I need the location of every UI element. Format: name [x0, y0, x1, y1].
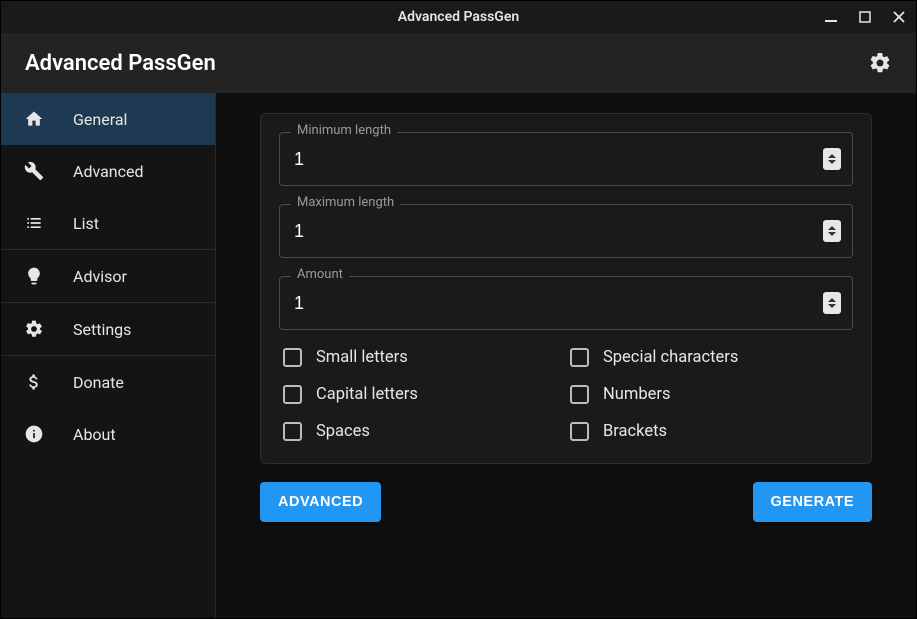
body: General Advanced List Advisor [1, 93, 916, 618]
window-title: Advanced PassGen [398, 9, 519, 25]
checkbox-icon [283, 385, 302, 404]
minimize-button[interactable] [822, 8, 840, 26]
form-card: Minimum length Maximum length Amount [260, 113, 872, 464]
min-length-input[interactable] [279, 132, 853, 186]
gear-icon [23, 319, 45, 339]
check-label: Spaces [316, 422, 370, 441]
sidebar-label: List [73, 214, 99, 233]
main-content: Minimum length Maximum length Amount [216, 93, 916, 618]
check-label: Capital letters [316, 385, 418, 404]
wrench-icon [23, 161, 45, 181]
field-min-length: Minimum length [279, 132, 853, 186]
checkbox-icon [570, 348, 589, 367]
action-row: ADVANCED GENERATE [260, 482, 872, 522]
stepper-icon[interactable] [823, 220, 841, 242]
appbar-title: Advanced PassGen [25, 51, 216, 76]
check-capital-letters[interactable]: Capital letters [283, 385, 562, 404]
check-spaces[interactable]: Spaces [283, 422, 562, 441]
field-max-length: Maximum length [279, 204, 853, 258]
sidebar: General Advanced List Advisor [1, 93, 216, 618]
sidebar-label: Advisor [73, 267, 127, 286]
check-label: Brackets [603, 422, 667, 441]
check-label: Special characters [603, 348, 738, 367]
sidebar-label: Settings [73, 320, 131, 339]
sidebar-item-donate[interactable]: Donate [1, 356, 215, 408]
sidebar-label: General [73, 110, 127, 129]
max-length-input[interactable] [279, 204, 853, 258]
sidebar-item-advisor[interactable]: Advisor [1, 250, 215, 302]
field-label: Amount [291, 267, 349, 282]
check-special-characters[interactable]: Special characters [570, 348, 849, 367]
field-amount: Amount [279, 276, 853, 330]
sidebar-label: Donate [73, 373, 124, 392]
titlebar: Advanced PassGen [1, 1, 916, 33]
sidebar-item-about[interactable]: About [1, 408, 215, 460]
check-small-letters[interactable]: Small letters [283, 348, 562, 367]
generate-button[interactable]: GENERATE [753, 482, 873, 522]
close-button[interactable] [890, 8, 908, 26]
stepper-icon[interactable] [823, 148, 841, 170]
checkbox-grid: Small letters Special characters Capital… [279, 348, 853, 441]
info-icon [23, 424, 45, 444]
maximize-button[interactable] [856, 8, 874, 26]
sidebar-item-settings[interactable]: Settings [1, 303, 215, 355]
checkbox-icon [570, 422, 589, 441]
checkbox-icon [570, 385, 589, 404]
settings-icon[interactable] [868, 51, 892, 75]
sidebar-item-list[interactable]: List [1, 197, 215, 249]
advanced-button[interactable]: ADVANCED [260, 482, 381, 522]
checkbox-icon [283, 422, 302, 441]
check-numbers[interactable]: Numbers [570, 385, 849, 404]
checkbox-icon [283, 348, 302, 367]
app-window: Advanced PassGen Advanced PassGen Ge [0, 0, 917, 619]
list-icon [23, 213, 45, 233]
check-label: Numbers [603, 385, 670, 404]
bulb-icon [23, 266, 45, 286]
field-label: Maximum length [291, 195, 400, 210]
check-brackets[interactable]: Brackets [570, 422, 849, 441]
stepper-icon[interactable] [823, 292, 841, 314]
dollar-icon [23, 372, 45, 392]
sidebar-item-general[interactable]: General [1, 93, 215, 145]
field-label: Minimum length [291, 123, 397, 138]
amount-input[interactable] [279, 276, 853, 330]
titlebar-controls [822, 8, 908, 26]
sidebar-label: Advanced [73, 162, 144, 181]
sidebar-item-advanced[interactable]: Advanced [1, 145, 215, 197]
check-label: Small letters [316, 348, 408, 367]
appbar: Advanced PassGen [1, 33, 916, 93]
sidebar-label: About [73, 425, 116, 444]
home-icon [23, 109, 45, 129]
